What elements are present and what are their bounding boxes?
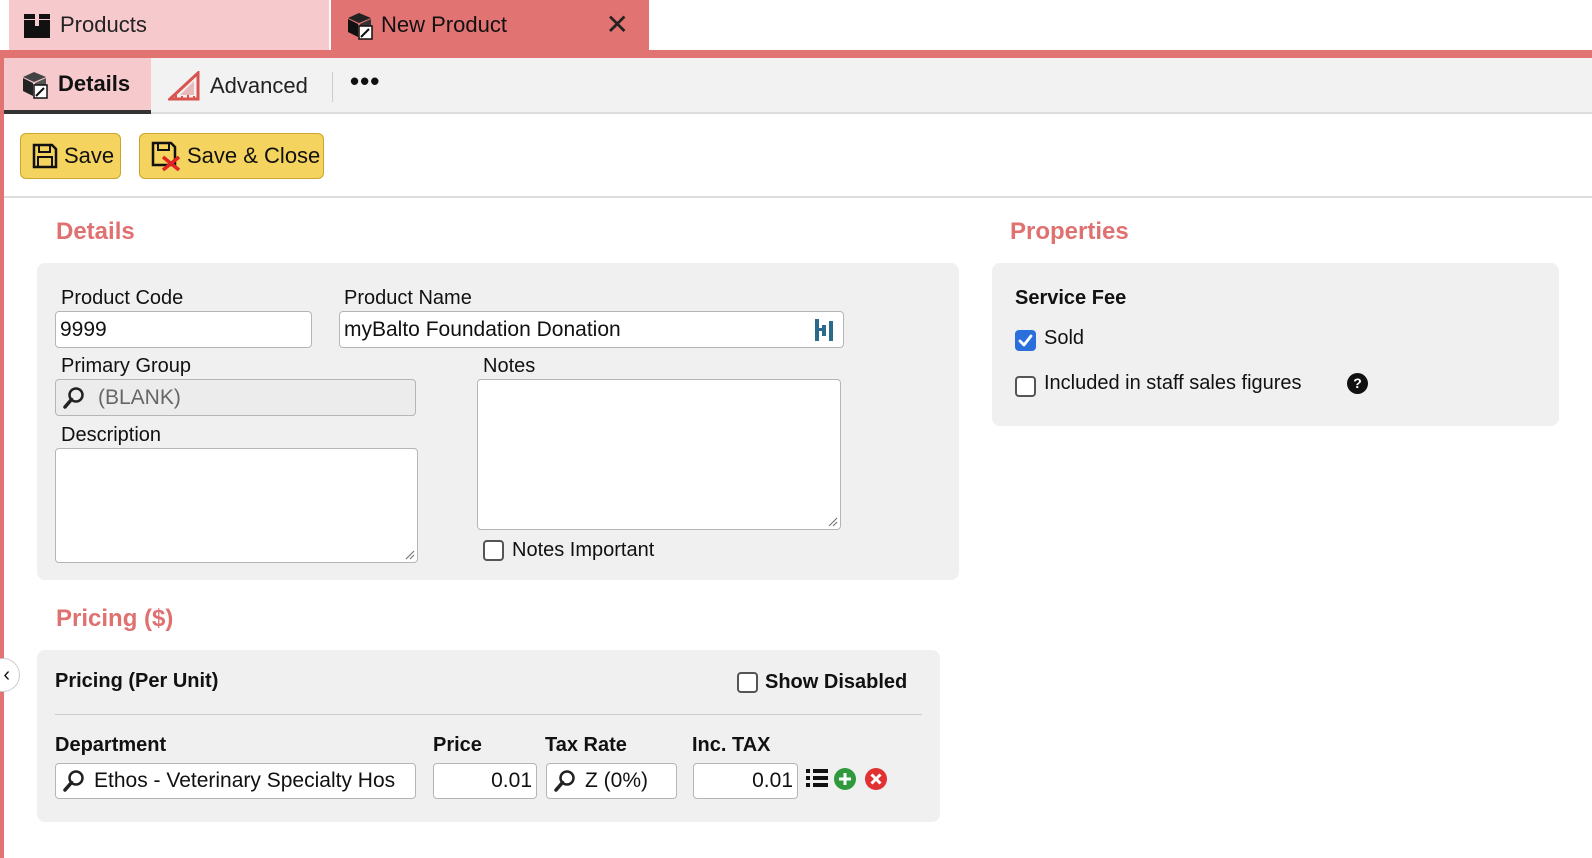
product-name-input[interactable]: myBalto Foundation Donation: [339, 311, 844, 348]
subtab-details-label: Details: [58, 71, 131, 96]
tab-products-label: Products: [60, 12, 147, 37]
subtab-advanced[interactable]: Advanced: [168, 58, 308, 114]
collapse-sidebar-icon[interactable]: ‹: [0, 658, 20, 692]
product-name-label: Product Name: [344, 287, 472, 309]
notes-textarea[interactable]: [477, 379, 841, 530]
inc-tax-header: Inc. TAX: [692, 734, 771, 756]
show-disabled-label: Show Disabled: [765, 671, 908, 693]
tax-rate-value: Z (0%): [585, 769, 648, 792]
tab-new-product[interactable]: New Product ✕: [331, 0, 649, 50]
sold-label: Sold: [1044, 327, 1085, 349]
remove-row-icon[interactable]: [864, 767, 888, 791]
department-input[interactable]: Ethos - Veterinary Specialty Hos: [55, 763, 416, 799]
primary-group-label: Primary Group: [61, 355, 192, 377]
notes-important-label: Notes Important: [512, 539, 655, 561]
list-icon[interactable]: [805, 767, 829, 789]
staff-sales-checkbox[interactable]: [1015, 376, 1036, 397]
tab-products[interactable]: Products: [9, 0, 329, 50]
service-fee-title: Service Fee: [1015, 287, 1127, 309]
department-value: Ethos - Veterinary Specialty Hos: [94, 769, 396, 792]
properties-section-title: Properties: [1010, 218, 1129, 245]
price-header: Price: [433, 734, 482, 756]
pricing-section-title: Pricing ($): [56, 605, 174, 632]
price-input[interactable]: 0.01: [433, 763, 537, 799]
product-code-label: Product Code: [61, 287, 184, 309]
primary-group-input[interactable]: (BLANK): [55, 379, 416, 416]
notes-label: Notes: [483, 355, 536, 377]
add-row-icon[interactable]: [833, 767, 857, 791]
box-icon: [24, 14, 50, 38]
subtab-advanced-label: Advanced: [210, 73, 308, 98]
tax-rate-header: Tax Rate: [545, 734, 627, 756]
ruler-triangle-icon: [168, 71, 200, 101]
more-options-icon[interactable]: •••: [350, 66, 380, 97]
description-label: Description: [61, 424, 162, 446]
tax-rate-input[interactable]: Z (0%): [546, 763, 677, 799]
sub-tab-bar: Details Advanced •••: [4, 58, 1592, 114]
subtab-divider: [332, 72, 333, 102]
sold-checkbox[interactable]: [1015, 330, 1036, 351]
resize-grip-icon[interactable]: [403, 548, 415, 560]
inc-tax-value: 0.01: [752, 769, 793, 792]
translate-icon[interactable]: [813, 318, 835, 342]
search-icon: [554, 770, 575, 792]
department-header: Department: [55, 734, 167, 756]
tab-new-product-label: New Product: [381, 12, 507, 37]
subtab-details[interactable]: Details: [4, 58, 151, 114]
checkmark-icon: [1018, 334, 1033, 347]
properties-panel: Service Fee Sold Included in staff sales…: [992, 263, 1559, 426]
product-code-input[interactable]: 9999: [55, 311, 312, 348]
search-icon: [63, 386, 84, 409]
close-icon[interactable]: ✕: [606, 9, 629, 41]
description-textarea[interactable]: [55, 448, 418, 563]
floppy-disk-icon: [32, 143, 58, 169]
save-close-button[interactable]: Save & Close: [139, 133, 324, 179]
details-panel: Product Code 9999 Product Name myBalto F…: [37, 263, 959, 580]
tab-underline: [0, 50, 1592, 58]
staff-sales-label: Included in staff sales figures: [1044, 372, 1302, 394]
resize-grip-icon[interactable]: [826, 515, 838, 527]
notes-important-checkbox[interactable]: [483, 540, 504, 561]
pricing-panel: Pricing (Per Unit) Show Disabled Departm…: [37, 650, 940, 822]
help-icon[interactable]: ?: [1347, 373, 1368, 394]
product-edit-icon: [23, 72, 48, 99]
pricing-panel-title: Pricing (Per Unit): [55, 670, 219, 692]
toolbar: Save Save & Close: [4, 116, 1592, 198]
product-edit-icon: [348, 13, 373, 40]
save-close-icon: [151, 141, 181, 171]
product-code-value: 9999: [60, 317, 107, 341]
inc-tax-input[interactable]: 0.01: [693, 763, 798, 799]
show-disabled-checkbox[interactable]: [737, 672, 758, 693]
primary-group-value: (BLANK): [98, 385, 181, 409]
save-button[interactable]: Save: [20, 133, 121, 179]
save-close-button-label: Save & Close: [187, 143, 321, 168]
save-button-label: Save: [64, 143, 115, 168]
price-value: 0.01: [491, 769, 532, 792]
pricing-divider: [55, 714, 922, 715]
details-section-title: Details: [56, 218, 135, 245]
product-name-value: myBalto Foundation Donation: [344, 317, 621, 341]
search-icon: [63, 770, 84, 792]
